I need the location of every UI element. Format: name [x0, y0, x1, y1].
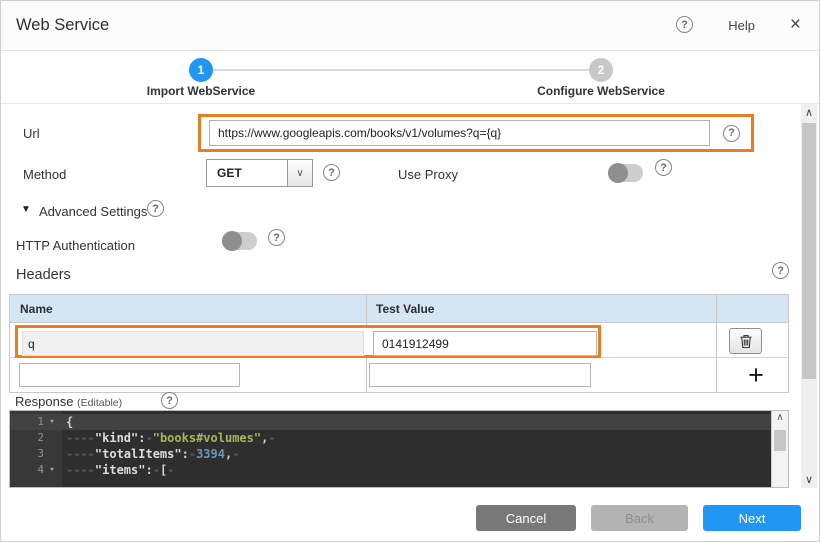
code-text: ----"kind":-"books#volumes",- — [62, 430, 276, 446]
response-label: Response (Editable) — [15, 394, 122, 409]
scroll-up-icon[interactable]: ∧ — [801, 106, 817, 119]
editor-line[interactable]: 4▾----"items":-[- — [10, 462, 771, 478]
dialog-title: Web Service — [16, 16, 109, 35]
editor-line[interactable]: 3 ----"totalItems":-3394,- — [10, 446, 771, 462]
url-label: Url — [23, 126, 40, 141]
chevron-down-icon[interactable]: ∨ — [287, 160, 312, 186]
close-icon[interactable]: × — [790, 13, 801, 38]
method-select[interactable]: GET ∨ — [206, 159, 313, 187]
step-1-circle[interactable]: 1 — [189, 58, 213, 82]
response-help-icon[interactable]: ? — [161, 392, 178, 409]
url-input[interactable] — [209, 120, 710, 146]
new-header-test-value-input[interactable] — [369, 363, 591, 387]
use-proxy-help-icon[interactable]: ? — [655, 159, 672, 176]
code-text: ----"totalItems":-3394,- — [62, 446, 239, 462]
editor-gutter: 3 — [10, 446, 62, 462]
wizard-stepper: 1 2 Import WebService Configure WebServi… — [1, 51, 819, 104]
editor-gutter: 4▾ — [10, 462, 62, 478]
column-header-test-value: Test Value — [376, 302, 434, 316]
scroll-down-icon[interactable]: ∨ — [801, 473, 817, 486]
editor-scrollbar-thumb[interactable] — [774, 430, 786, 451]
editor-scroll-up-icon[interactable]: ∧ — [772, 412, 788, 423]
headers-table: Name Test Value q + — [9, 294, 789, 393]
advanced-settings-help-icon[interactable]: ? — [147, 200, 164, 217]
editor-line[interactable]: 1▾{ — [10, 414, 771, 430]
header-name-cell[interactable]: q — [22, 331, 364, 356]
headers-help-icon[interactable]: ? — [772, 262, 789, 279]
advanced-settings-label[interactable]: Advanced Settings — [39, 204, 147, 219]
response-editor-lines[interactable]: 1▾{2----"kind":-"books#volumes",-3----"t… — [10, 411, 771, 487]
web-service-dialog: Web Service ? Help × 1 2 Import WebServi… — [0, 0, 820, 542]
response-editor[interactable]: 1▾{2----"kind":-"books#volumes",-3----"t… — [9, 410, 789, 488]
method-label: Method — [23, 167, 66, 182]
line-number: 1 — [10, 414, 44, 430]
help-link[interactable]: Help — [728, 18, 755, 33]
line-number: 3 — [10, 446, 44, 462]
use-proxy-toggle[interactable] — [608, 164, 643, 182]
headers-section-title: Headers — [16, 267, 71, 283]
editor-line[interactable]: 2 ----"kind":-"books#volumes",- — [10, 430, 771, 446]
step-2-label: Configure WebService — [491, 84, 711, 98]
dialog-header: Web Service ? Help × — [1, 1, 819, 51]
help-icon[interactable]: ? — [676, 16, 693, 33]
method-help-icon[interactable]: ? — [323, 164, 340, 181]
editor-gutter: 1▾ — [10, 414, 62, 430]
advanced-settings-collapse-icon[interactable]: ▼ — [21, 204, 31, 215]
header-test-value-input[interactable] — [373, 331, 597, 356]
url-help-icon[interactable]: ? — [723, 125, 740, 142]
url-highlight-box: ? — [198, 114, 754, 152]
add-header-row-button[interactable]: + — [741, 359, 771, 391]
line-number: 2 — [10, 430, 44, 446]
code-text: { — [62, 414, 73, 430]
fold-spacer — [44, 430, 60, 446]
use-proxy-toggle-knob — [608, 163, 628, 183]
step-1-label: Import WebService — [91, 84, 311, 98]
dialog-scrollbar-thumb[interactable] — [802, 123, 816, 379]
editor-gutter: 2 — [10, 430, 62, 446]
column-divider — [716, 295, 717, 392]
editor-scrollbar[interactable]: ∧ — [771, 411, 788, 487]
delete-header-row-button[interactable] — [729, 328, 762, 354]
trash-icon — [739, 334, 753, 349]
dialog-footer: Cancel Back Next — [1, 488, 819, 542]
code-text: ----"items":-[- — [62, 462, 174, 478]
fold-icon[interactable]: ▾ — [44, 414, 60, 430]
step-2-circle[interactable]: 2 — [589, 58, 613, 82]
use-proxy-label: Use Proxy — [398, 167, 458, 182]
http-authentication-help-icon[interactable]: ? — [268, 229, 285, 246]
fold-spacer — [44, 446, 60, 462]
dialog-scrollbar[interactable]: ∧ ∨ — [801, 104, 817, 488]
http-authentication-label: HTTP Authentication — [16, 238, 135, 253]
next-button[interactable]: Next — [703, 505, 801, 531]
new-header-name-input[interactable] — [19, 363, 240, 387]
back-button[interactable]: Back — [591, 505, 688, 531]
cancel-button[interactable]: Cancel — [476, 505, 576, 531]
response-editable-suffix: (Editable) — [77, 397, 122, 409]
stepper-connector — [213, 69, 589, 71]
http-authentication-toggle[interactable] — [222, 232, 257, 250]
line-number: 4 — [10, 462, 44, 478]
fold-icon[interactable]: ▾ — [44, 462, 60, 478]
header-row-highlight-box: q — [15, 325, 601, 358]
http-authentication-toggle-knob — [222, 231, 242, 251]
method-selected-value: GET — [207, 160, 287, 186]
column-header-name: Name — [20, 302, 53, 316]
